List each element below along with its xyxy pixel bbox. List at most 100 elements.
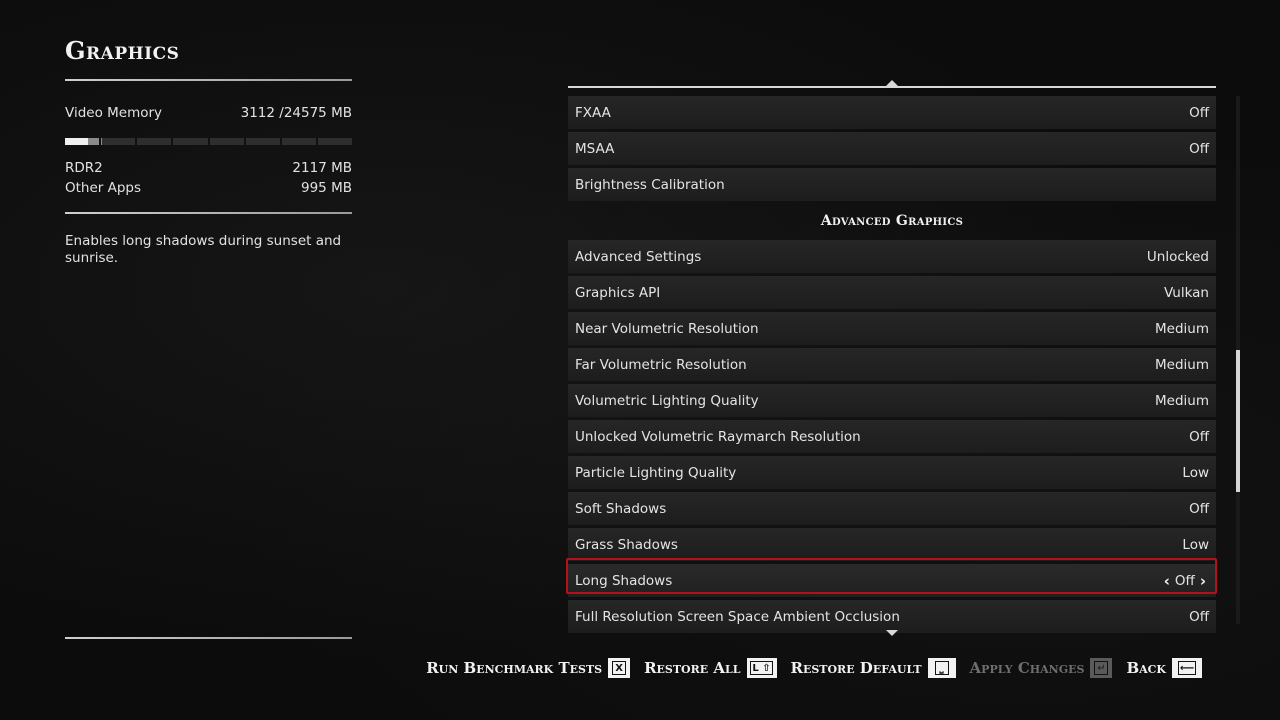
setting-label: Grass Shadows: [575, 536, 678, 553]
setting-value: Low: [1182, 464, 1209, 481]
setting-value: Off: [1189, 104, 1209, 121]
setting-label: Soft Shadows: [575, 500, 667, 517]
key-glyph: ↵: [1094, 661, 1109, 675]
video-memory-bar: [65, 138, 352, 145]
scroll-down-indicator-icon[interactable]: [886, 630, 898, 636]
setting-value: Off: [1189, 428, 1209, 445]
setting-value-control: ‹ Off ›: [1161, 572, 1209, 590]
footer-actions: Run Benchmark Tests X Restore All L ⇧ Restor…: [412, 656, 1202, 680]
vram-breakdown-value: 2117 MB: [292, 160, 352, 176]
shift-key-icon: L ⇧: [746, 658, 777, 678]
setting-row-graphics-api[interactable]: Graphics API Vulkan: [568, 276, 1216, 309]
page-title: Graphics: [65, 36, 180, 65]
other-apps-usage-fill: [88, 138, 100, 145]
video-memory-bar-segment: [317, 138, 352, 145]
setting-row-near-volumetric-resolution[interactable]: Near Volumetric Resolution Medium: [568, 312, 1216, 345]
setting-row-long-shadows[interactable]: Long Shadows ‹ Off ›: [568, 564, 1216, 597]
footer-button-label: Apply Changes: [969, 659, 1085, 677]
run-benchmark-tests-button[interactable]: Run Benchmark Tests X: [426, 658, 631, 678]
footer-button-label: Back: [1126, 659, 1166, 677]
video-memory-unit: MB: [331, 105, 352, 121]
setting-value: Off: [1189, 140, 1209, 157]
setting-value: Medium: [1155, 356, 1209, 373]
setting-value-control: Vulkan: [1164, 285, 1209, 301]
vram-breakdown-label: RDR2: [65, 160, 103, 176]
setting-row-grass-shadows[interactable]: Grass Shadows Low: [568, 528, 1216, 561]
vram-breakdown-label: Other Apps: [65, 180, 142, 196]
setting-row-full-resolution-screen-space-ambient-occlusion[interactable]: Full Resolution Screen Space Ambient Occ…: [568, 600, 1216, 633]
setting-value-control: Low: [1182, 537, 1209, 553]
video-memory-bar-segment: [65, 138, 100, 145]
scrollbar-thumb[interactable]: [1236, 350, 1240, 492]
setting-label: Brightness Calibration: [575, 176, 725, 193]
footer-button-label: Restore All: [644, 659, 741, 677]
key-glyph: L ⇧: [750, 661, 773, 675]
footer-button-label: Restore Default: [790, 659, 922, 677]
bottom-divider: [65, 637, 352, 639]
setting-row-volumetric-lighting-quality[interactable]: Volumetric Lighting Quality Medium: [568, 384, 1216, 417]
setting-value: Medium: [1155, 392, 1209, 409]
setting-value: Unlocked: [1146, 248, 1209, 265]
setting-value: Medium: [1155, 320, 1209, 337]
setting-row-brightness-calibration[interactable]: Brightness Calibration: [568, 168, 1216, 201]
setting-label: FXAA: [575, 104, 611, 121]
setting-row-far-volumetric-resolution[interactable]: Far Volumetric Resolution Medium: [568, 348, 1216, 381]
setting-label: Advanced Settings: [575, 248, 702, 265]
vram-breakdown-number: 995: [301, 180, 327, 196]
video-memory-bar-segment: [137, 138, 172, 145]
setting-value: Off: [1174, 572, 1195, 589]
x-key-icon: X: [608, 658, 631, 678]
setting-row-advanced-settings[interactable]: Advanced Settings Unlocked: [568, 240, 1216, 273]
setting-value-control: Medium: [1155, 321, 1209, 337]
setting-row-fxaa[interactable]: FXAA Off: [568, 96, 1216, 129]
vram-breakdown-rdr2: RDR2 2117 MB: [65, 160, 352, 176]
section-header-advanced-graphics: Advanced Graphics: [820, 212, 964, 229]
restore-default-button[interactable]: Restore Default ⎵: [791, 658, 956, 678]
setting-value: Low: [1182, 536, 1209, 553]
video-memory-bar-segment: [101, 138, 136, 145]
video-memory-bar-segment: [281, 138, 316, 145]
setting-row-soft-shadows[interactable]: Soft Shadows Off: [568, 492, 1216, 525]
setting-value-control: Off: [1189, 105, 1209, 121]
key-glyph: ⟵: [1177, 661, 1197, 675]
video-memory-total: 24575: [283, 105, 327, 121]
setting-value-control: Off: [1189, 501, 1209, 517]
setting-row-msaa[interactable]: MSAA Off: [568, 132, 1216, 165]
chevron-right-icon[interactable]: ›: [1197, 572, 1209, 590]
video-memory-bar-segment: [245, 138, 280, 145]
setting-label: Long Shadows: [575, 572, 673, 589]
video-memory-bar-segment: [209, 138, 244, 145]
setting-label: Full Resolution Screen Space Ambient Occ…: [575, 608, 900, 625]
setting-value: Off: [1189, 500, 1209, 517]
apply-changes-button[interactable]: Apply Changes ↵: [970, 658, 1113, 678]
list-top-line: [568, 86, 1216, 88]
top-divider: [65, 79, 352, 81]
setting-value: Off: [1189, 608, 1209, 625]
setting-value-control: Medium: [1155, 357, 1209, 373]
setting-row-unlocked-volumetric-raymarch-resolution[interactable]: Unlocked Volumetric Raymarch Resolution O…: [568, 420, 1216, 453]
other-apps-usage-fill: [101, 138, 102, 145]
chevron-left-icon[interactable]: ‹: [1161, 572, 1173, 590]
video-memory-label: Video Memory: [65, 105, 163, 121]
rdr2-usage-fill: [65, 138, 89, 145]
setting-value-control: Off: [1189, 429, 1209, 445]
setting-value-control: Medium: [1155, 393, 1209, 409]
graphics-settings-screen: Graphics Video Memory 3112 /24575 MB RDR…: [0, 0, 1280, 720]
setting-label: Particle Lighting Quality: [575, 464, 737, 481]
video-memory-value: 3112 /24575 MB: [241, 105, 352, 121]
memory-divider: [65, 212, 352, 214]
setting-label: Unlocked Volumetric Raymarch Resolution: [575, 428, 861, 445]
video-memory-bar-segment: [173, 138, 208, 145]
vram-breakdown-value: 995 MB: [301, 180, 352, 196]
scrollbar[interactable]: [1236, 96, 1240, 624]
setting-value-control: Off: [1189, 609, 1209, 625]
setting-row-particle-lighting-quality[interactable]: Particle Lighting Quality Low: [568, 456, 1216, 489]
vram-breakdown-other-apps: Other Apps 995 MB: [65, 180, 352, 196]
setting-label: Graphics API: [575, 284, 661, 301]
back-button[interactable]: Back ⟵: [1126, 658, 1202, 678]
video-memory-used: 3112: [240, 105, 275, 121]
setting-value: Vulkan: [1163, 284, 1209, 301]
footer-button-label: Run Benchmark Tests: [426, 659, 603, 677]
restore-all-button[interactable]: Restore All L ⇧: [644, 658, 777, 678]
key-glyph: ⎵: [934, 661, 949, 675]
